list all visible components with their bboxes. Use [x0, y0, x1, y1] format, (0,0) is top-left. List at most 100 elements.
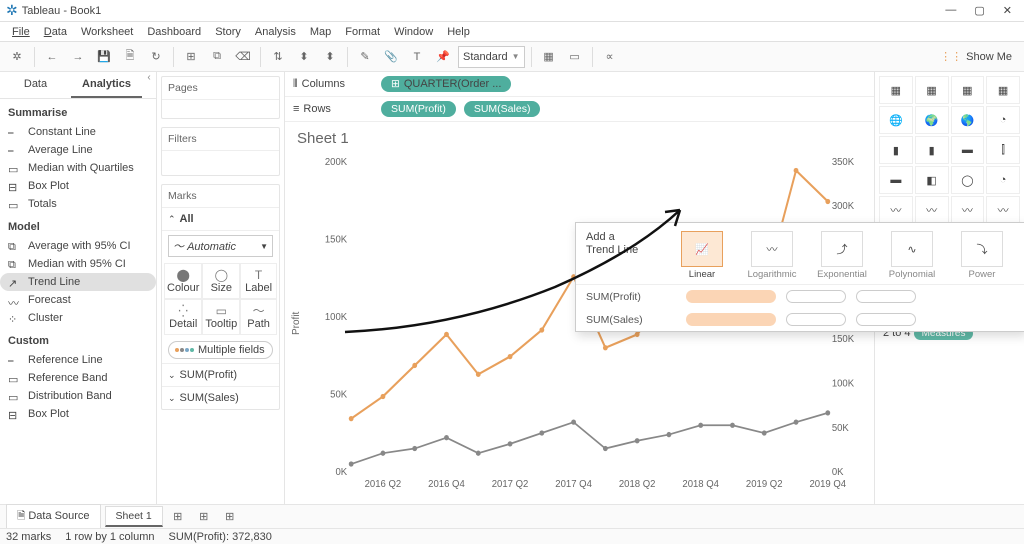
- forecast[interactable]: 〰Forecast: [0, 291, 156, 309]
- trend-linear[interactable]: 📈Linear: [670, 231, 734, 280]
- new-ws-icon[interactable]: ⊞: [180, 46, 202, 68]
- sort-desc-icon[interactable]: ⬍: [319, 46, 341, 68]
- showme-viz-4[interactable]: 🌐: [879, 106, 913, 134]
- refresh-icon[interactable]: ↻: [145, 46, 167, 68]
- menu-data[interactable]: Data: [38, 24, 73, 40]
- popup-row-profit[interactable]: SUM(Profit): [576, 285, 1024, 308]
- showme-viz-18[interactable]: 〰: [951, 196, 985, 224]
- trend-log[interactable]: 〰Logarithmic: [740, 231, 804, 280]
- tableau-icon[interactable]: ✲: [6, 46, 28, 68]
- constant-line[interactable]: ⎯Constant Line: [0, 123, 156, 141]
- mark-path[interactable]: 〜Path: [240, 299, 277, 335]
- average-line[interactable]: ⎯Average Line: [0, 141, 156, 159]
- showme-viz-1[interactable]: ▦: [915, 76, 949, 104]
- series-profit[interactable]: ⌄SUM(Profit): [162, 363, 279, 386]
- showme-viz-15[interactable]: ◔: [986, 166, 1020, 194]
- menu-map[interactable]: Map: [304, 24, 337, 40]
- label-icon[interactable]: T: [406, 46, 428, 68]
- tab-data[interactable]: Data: [0, 72, 71, 98]
- close-icon[interactable]: ✕: [1003, 4, 1012, 17]
- showme-viz-17[interactable]: 〰: [915, 196, 949, 224]
- marks-type-dropdown[interactable]: 〜 Automatic▼: [168, 235, 273, 257]
- sheet1-tab[interactable]: Sheet 1: [105, 506, 163, 527]
- showme-viz-7[interactable]: ◔: [986, 106, 1020, 134]
- mark-label[interactable]: TLabel: [240, 263, 277, 299]
- mark-tooltip[interactable]: ▭Tooltip: [202, 299, 240, 335]
- trend-power[interactable]: ⤵Power: [950, 231, 1014, 280]
- share-icon[interactable]: ∝: [599, 46, 621, 68]
- cluster[interactable]: ⁘Cluster: [0, 309, 156, 327]
- reference-band[interactable]: ▭Reference Band: [0, 369, 156, 387]
- new-story-icon[interactable]: ⊞: [219, 506, 241, 528]
- showme-viz-13[interactable]: ◧: [915, 166, 949, 194]
- menu-analysis[interactable]: Analysis: [249, 24, 302, 40]
- columns-pill[interactable]: ⊞ QUARTER(Order ...: [381, 76, 511, 92]
- showme-viz-8[interactable]: ▮: [879, 136, 913, 164]
- dup-icon[interactable]: ⧉: [206, 46, 228, 68]
- sheet-title[interactable]: Sheet 1: [285, 122, 874, 155]
- median-95ci[interactable]: ⧉Median with 95% CI: [0, 255, 156, 273]
- new-sheet-icon[interactable]: ⊞: [167, 506, 189, 528]
- showme-viz-16[interactable]: 〰: [879, 196, 913, 224]
- back-icon[interactable]: ←: [41, 46, 63, 68]
- box-plot[interactable]: ⊟Box Plot: [0, 177, 156, 195]
- swap-icon[interactable]: ⇅: [267, 46, 289, 68]
- showme-viz-2[interactable]: ▦: [951, 76, 985, 104]
- showme-viz-9[interactable]: ▮: [915, 136, 949, 164]
- showme-viz-5[interactable]: 🌍: [915, 106, 949, 134]
- series-sales[interactable]: ⌄SUM(Sales): [162, 386, 279, 409]
- trend-line[interactable]: ↗Trend Line: [0, 273, 156, 291]
- multiple-fields-pill[interactable]: Multiple fields: [168, 341, 273, 359]
- rows-pill-profit[interactable]: SUM(Profit): [381, 101, 456, 117]
- new-dashboard-icon[interactable]: ⊞: [193, 506, 215, 528]
- rows-pill-sales[interactable]: SUM(Sales): [464, 101, 541, 117]
- sort-asc-icon[interactable]: ⬍: [293, 46, 315, 68]
- group-icon[interactable]: 📎: [380, 46, 402, 68]
- showme-viz-6[interactable]: 🌎: [951, 106, 985, 134]
- box-plot-custom[interactable]: ⊟Box Plot: [0, 405, 156, 423]
- save-icon[interactable]: 💾: [93, 46, 115, 68]
- menu-file[interactable]: File: [6, 24, 36, 40]
- reference-line[interactable]: ⎯Reference Line: [0, 351, 156, 369]
- collapse-icon[interactable]: ‹: [142, 72, 156, 98]
- pin-icon[interactable]: 📌: [432, 46, 454, 68]
- menu-story[interactable]: Story: [209, 24, 247, 40]
- showme-viz-11[interactable]: ⫿: [986, 136, 1020, 164]
- showme-viz-14[interactable]: ◯: [951, 166, 985, 194]
- maximize-icon[interactable]: ▢: [974, 4, 984, 17]
- showme-viz-19[interactable]: 〰: [986, 196, 1020, 224]
- showme-viz-0[interactable]: ▦: [879, 76, 913, 104]
- trend-exp[interactable]: ⤴Exponential: [810, 231, 874, 280]
- minimize-icon[interactable]: —: [945, 4, 956, 17]
- show-cards-icon[interactable]: ▦: [538, 46, 560, 68]
- columns-shelf[interactable]: ⫴Columns ⊞ QUARTER(Order ...: [285, 72, 874, 97]
- forward-icon[interactable]: →: [67, 46, 89, 68]
- mark-detail[interactable]: ⁛Detail: [164, 299, 202, 335]
- popup-row-sales[interactable]: SUM(Sales): [576, 308, 1024, 331]
- showme-viz-3[interactable]: ▦: [986, 76, 1020, 104]
- menu-dashboard[interactable]: Dashboard: [141, 24, 207, 40]
- clear-icon[interactable]: ⌫: [232, 46, 254, 68]
- distribution-band[interactable]: ▭Distribution Band: [0, 387, 156, 405]
- data-source-tab[interactable]: 🗎 Data Source: [6, 504, 101, 530]
- marks-all[interactable]: ⌃All: [162, 208, 279, 231]
- fit-dropdown[interactable]: Standard▼: [458, 46, 525, 68]
- avg-95ci[interactable]: ⧉Average with 95% CI: [0, 237, 156, 255]
- menu-window[interactable]: Window: [388, 24, 439, 40]
- totals[interactable]: ▭Totals: [0, 195, 156, 213]
- showme-viz-10[interactable]: ▬: [951, 136, 985, 164]
- menu-worksheet[interactable]: Worksheet: [75, 24, 139, 40]
- highlight-icon[interactable]: ✎: [354, 46, 376, 68]
- tab-analytics[interactable]: Analytics: [71, 72, 142, 98]
- mark-size[interactable]: ◯Size: [202, 263, 240, 299]
- menu-help[interactable]: Help: [441, 24, 476, 40]
- menu-format[interactable]: Format: [339, 24, 386, 40]
- show-me-toggle[interactable]: ⋮⋮Show Me: [934, 50, 1018, 63]
- mark-colour[interactable]: ⬤Colour: [164, 263, 202, 299]
- new-data-icon[interactable]: 🗎: [119, 46, 141, 68]
- trend-poly[interactable]: ∿Polynomial: [880, 231, 944, 280]
- median-quartiles[interactable]: ▭Median with Quartiles: [0, 159, 156, 177]
- showme-viz-12[interactable]: ▬: [879, 166, 913, 194]
- present-icon[interactable]: ▭: [564, 46, 586, 68]
- rows-shelf[interactable]: ≡Rows SUM(Profit) SUM(Sales): [285, 97, 874, 122]
